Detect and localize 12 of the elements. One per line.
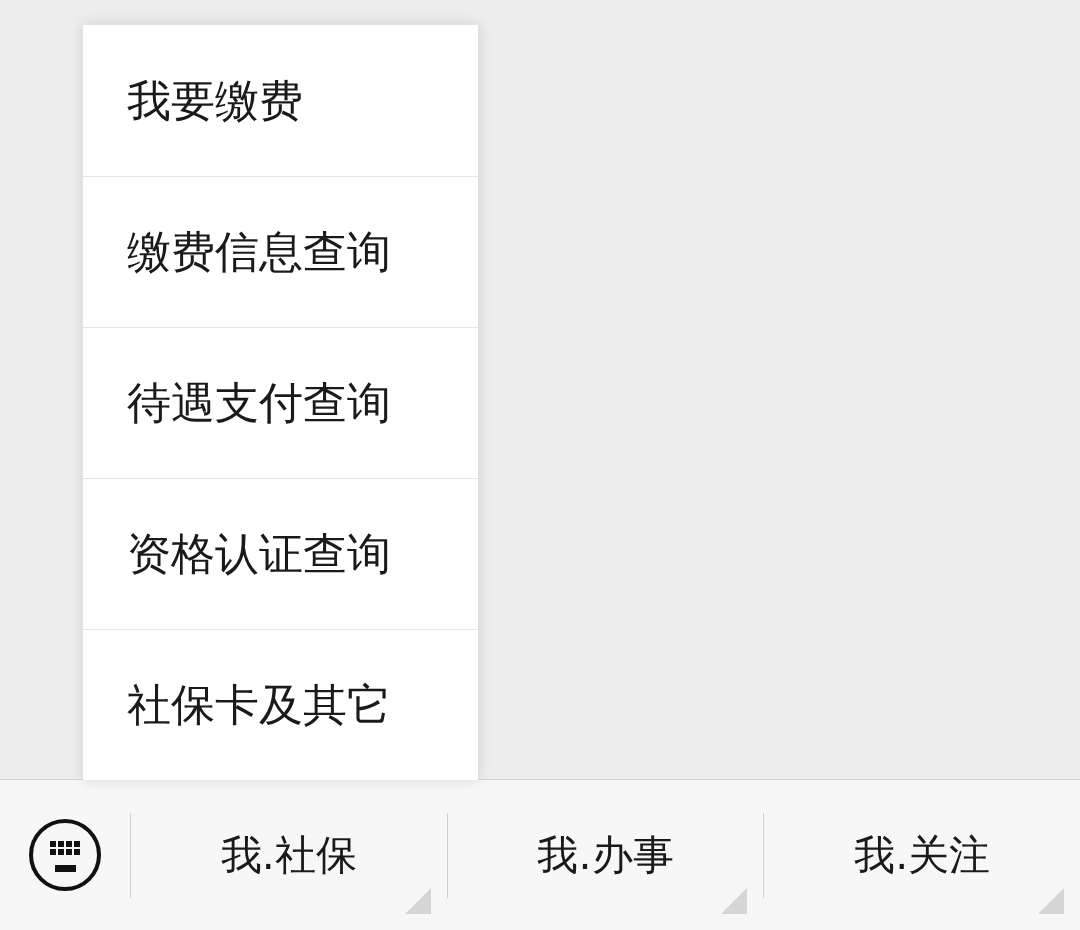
menu-button[interactable]: 我.办事 — [447, 780, 764, 930]
menu-item[interactable]: 缴费信息查询 — [83, 176, 478, 327]
menu-button[interactable]: 我.社保 — [131, 780, 447, 930]
corner-triangle-icon — [404, 888, 431, 914]
keyboard-icon[interactable] — [29, 819, 101, 891]
corner-triangle-icon — [721, 888, 748, 914]
menu-item[interactable]: 资格认证查询 — [83, 478, 478, 629]
menu-item[interactable]: 我要缴费 — [83, 25, 478, 176]
menu-item[interactable]: 社保卡及其它 — [83, 629, 478, 780]
menu-button[interactable]: 我.关注 — [764, 780, 1080, 930]
menu-item[interactable]: 待遇支付查询 — [83, 327, 478, 478]
corner-triangle-icon — [1038, 888, 1064, 914]
